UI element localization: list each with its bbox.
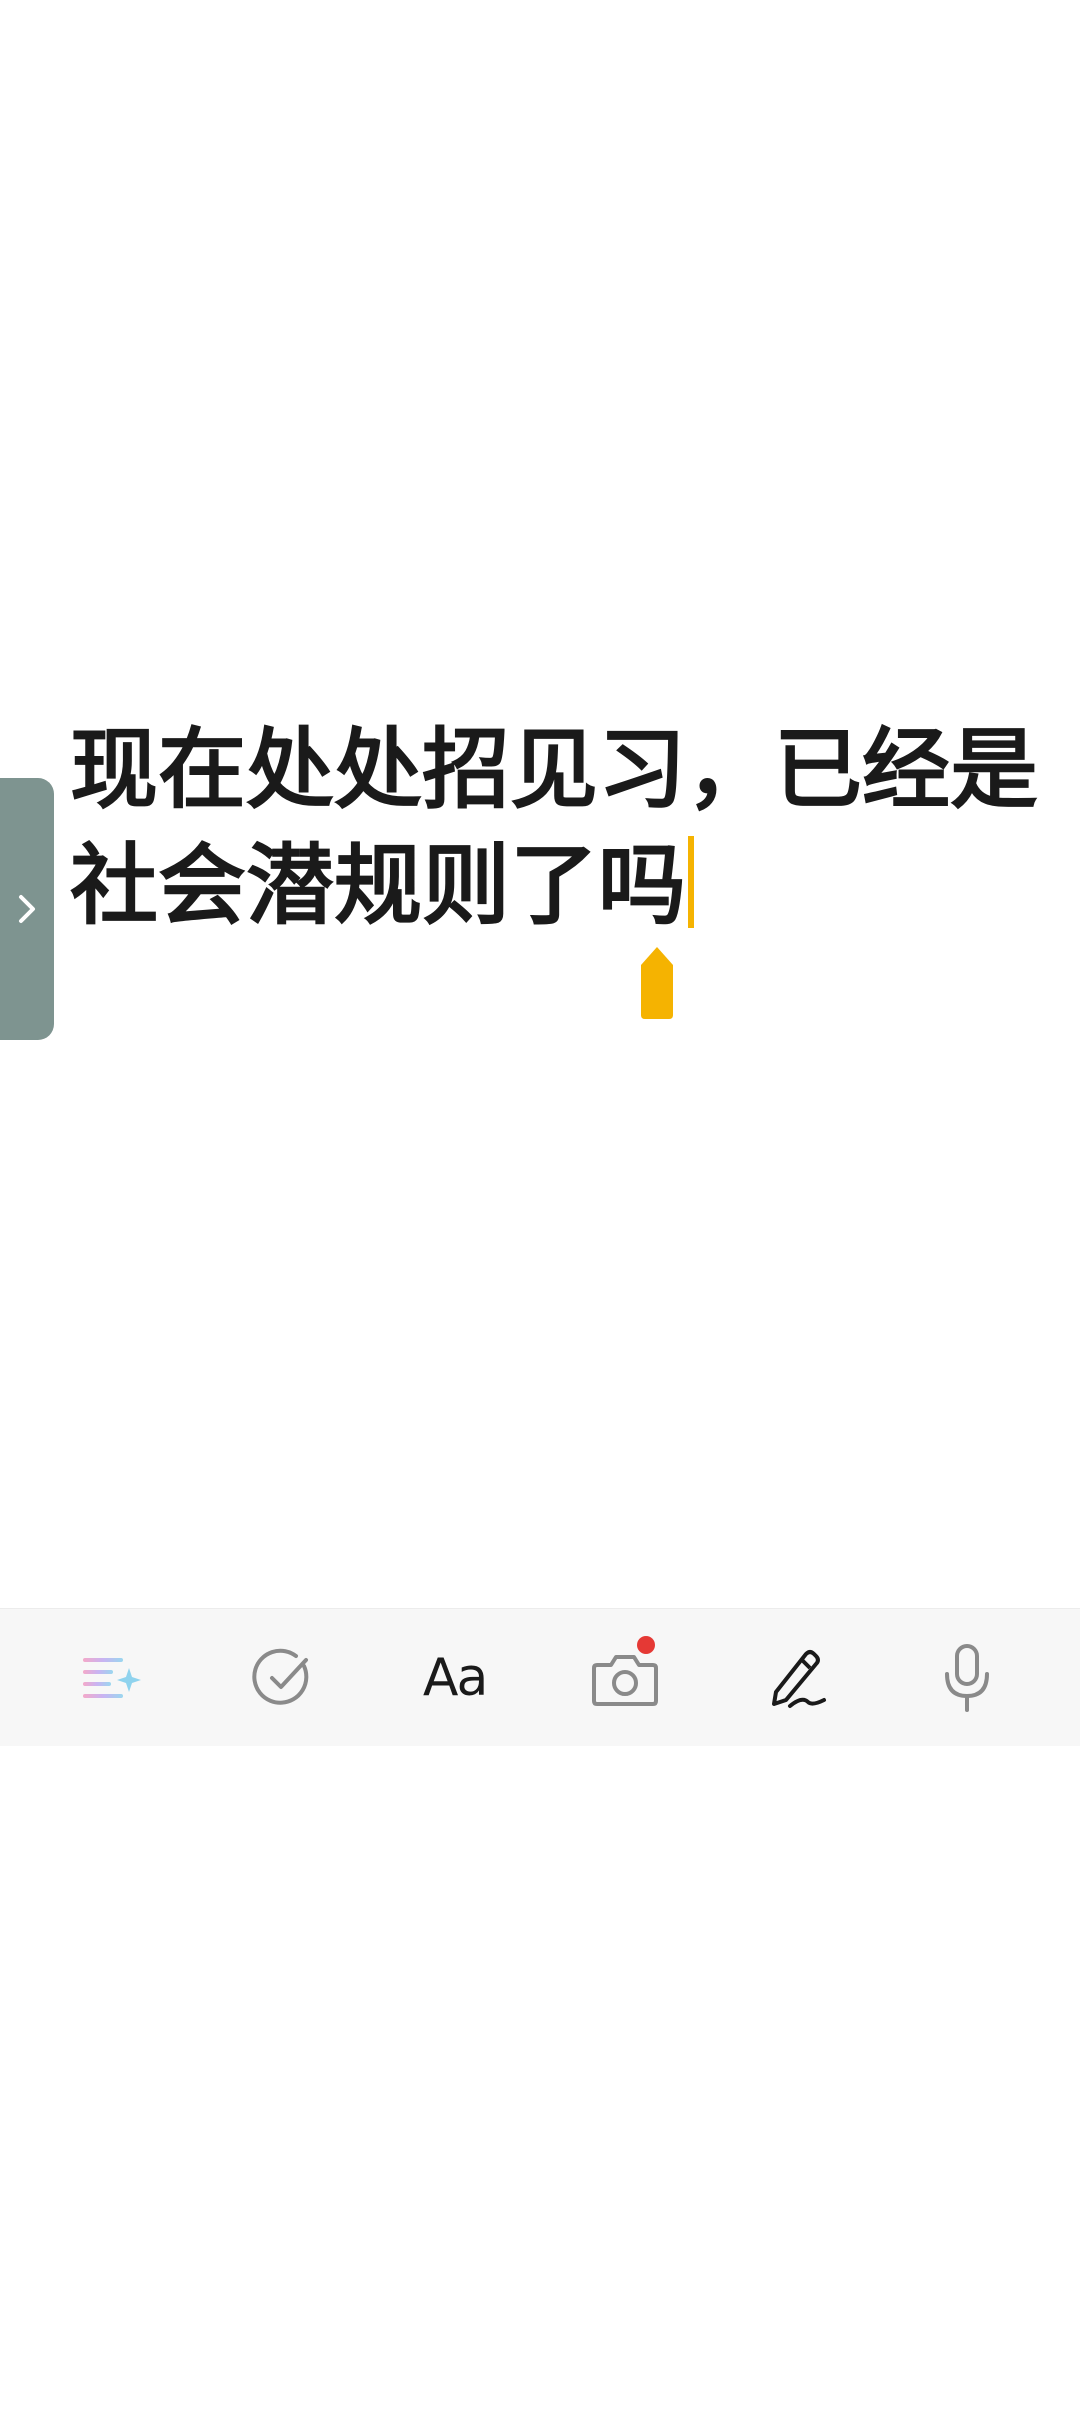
voice-input-button[interactable]: [917, 1628, 1017, 1728]
checklist-button[interactable]: [234, 1628, 334, 1728]
handwriting-button[interactable]: [746, 1628, 846, 1728]
note-line-2-wrap: 社会潜规则了吗: [70, 828, 1030, 944]
pen-icon: [762, 1644, 830, 1712]
camera-icon: [591, 1649, 659, 1707]
notification-dot: [637, 1635, 656, 1654]
camera-button[interactable]: [575, 1628, 675, 1728]
note-line-2: 社会潜规则了吗: [70, 834, 687, 937]
caret-handle[interactable]: [639, 945, 675, 1021]
text-style-button[interactable]: Aa: [405, 1628, 505, 1728]
notes-app: 现在处处招见习，已经是 社会潜规则了吗 Aa: [0, 0, 1080, 2414]
check-circle-icon: [252, 1646, 316, 1710]
microphone-icon: [941, 1642, 993, 1714]
side-drawer-tab[interactable]: [0, 778, 54, 1040]
sparkle-list-icon: [81, 1650, 145, 1706]
note-line-1: 现在处处招见习，已经是: [70, 718, 1039, 821]
ai-format-button[interactable]: [63, 1628, 163, 1728]
note-editor[interactable]: 现在处处招见习，已经是 社会潜规则了吗: [70, 712, 1039, 944]
text-style-icon: Aa: [422, 1647, 488, 1708]
editor-toolbar: Aa: [0, 1608, 1080, 1746]
chevron-right-icon: [16, 892, 38, 926]
text-caret: [688, 836, 695, 928]
